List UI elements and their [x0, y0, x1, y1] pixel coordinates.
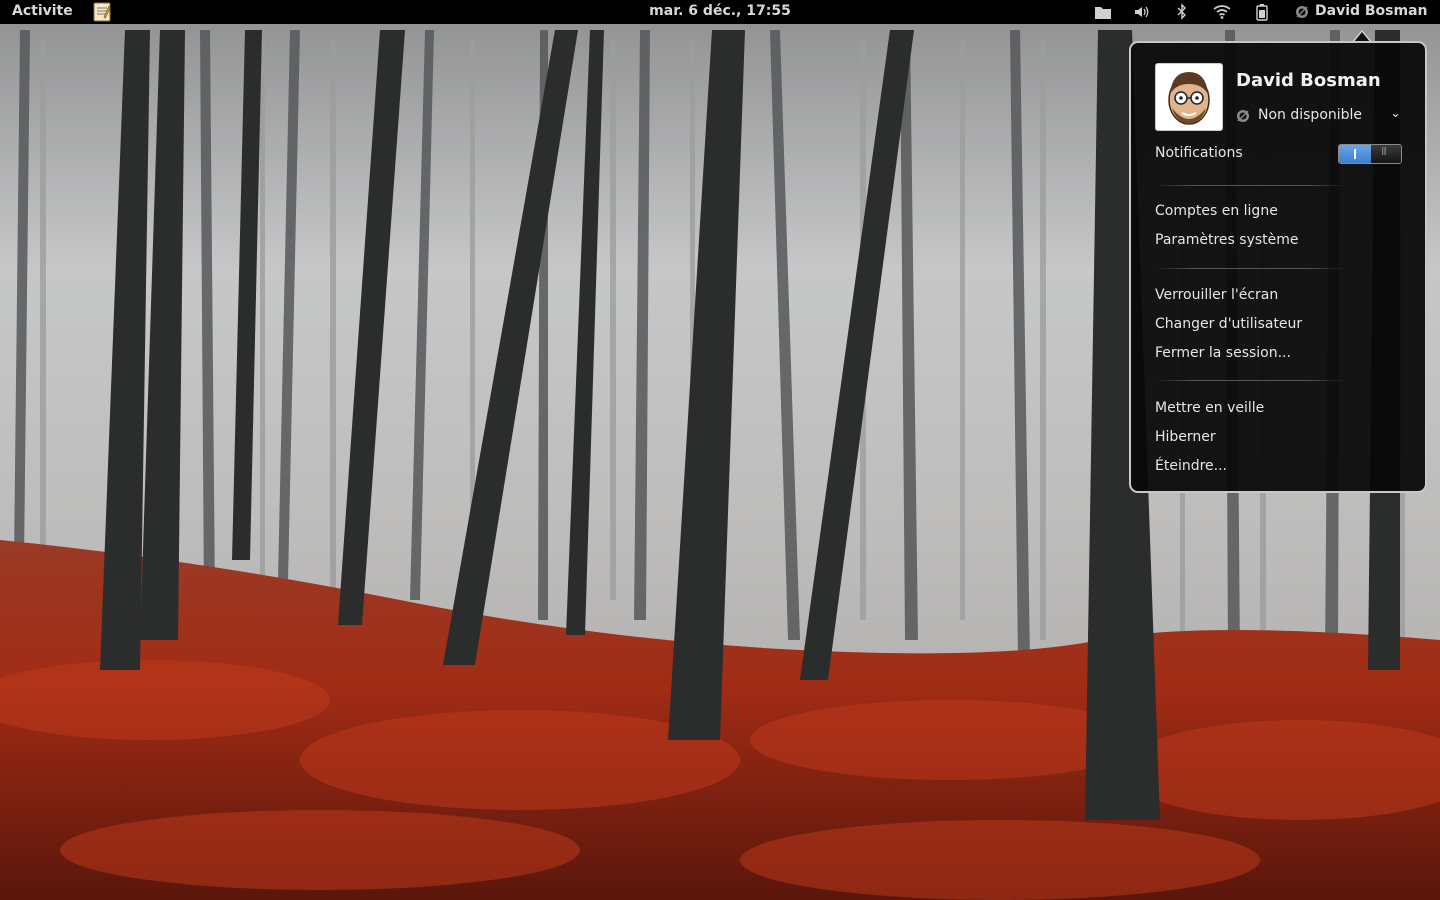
- menu-item-power-off[interactable]: Éteindre...: [1155, 458, 1227, 474]
- menu-item-online-accounts[interactable]: Comptes en ligne: [1155, 203, 1278, 219]
- menu-item-hibernate[interactable]: Hiberner: [1155, 429, 1216, 445]
- chevron-down-icon: ⌄: [1390, 106, 1401, 121]
- menu-item-suspend[interactable]: Mettre en veille: [1155, 400, 1264, 416]
- desktop: Activite mar. 6 déc., 17:55 David Bosman…: [0, 0, 1440, 900]
- menu-item-switch-user[interactable]: Changer d'utilisateur: [1155, 316, 1302, 332]
- text-editor-app-icon[interactable]: [92, 2, 112, 22]
- bluetooth-icon[interactable]: [1173, 3, 1191, 21]
- menu-item-log-out[interactable]: Fermer la session...: [1155, 345, 1291, 361]
- top-panel: Activite mar. 6 déc., 17:55 David Bosman: [0, 0, 1440, 24]
- status-unavailable-icon: [1236, 109, 1250, 127]
- toggle-knob: [1371, 145, 1401, 163]
- user-full-name: David Bosman: [1236, 70, 1381, 91]
- wifi-icon[interactable]: [1213, 3, 1231, 21]
- volume-icon[interactable]: [1133, 3, 1151, 21]
- user-menu-name: David Bosman: [1315, 3, 1428, 19]
- status-selector[interactable]: Non disponible ⌄: [1236, 106, 1401, 126]
- folder-icon[interactable]: [1094, 3, 1112, 21]
- menu-separator: [1155, 185, 1345, 186]
- status-unavailable-icon: [1295, 5, 1309, 23]
- notifications-toggle[interactable]: [1338, 144, 1402, 164]
- menu-separator: [1155, 268, 1345, 269]
- menu-item-system-settings[interactable]: Paramètres système: [1155, 232, 1299, 248]
- battery-icon[interactable]: [1253, 3, 1271, 21]
- menu-item-lock-screen[interactable]: Verrouiller l'écran: [1155, 287, 1278, 303]
- status-label: Non disponible: [1258, 107, 1363, 123]
- activities-button[interactable]: Activite: [12, 3, 73, 19]
- avatar[interactable]: [1155, 63, 1223, 131]
- user-menu-popup: David Bosman Non disponible ⌄ Notificati…: [1129, 41, 1427, 493]
- toggle-on-indicator: [1339, 145, 1371, 163]
- notifications-label: Notifications: [1155, 145, 1243, 161]
- clock[interactable]: mar. 6 déc., 17:55: [649, 3, 791, 19]
- menu-separator: [1155, 380, 1345, 381]
- user-menu-button[interactable]: David Bosman: [1290, 0, 1436, 24]
